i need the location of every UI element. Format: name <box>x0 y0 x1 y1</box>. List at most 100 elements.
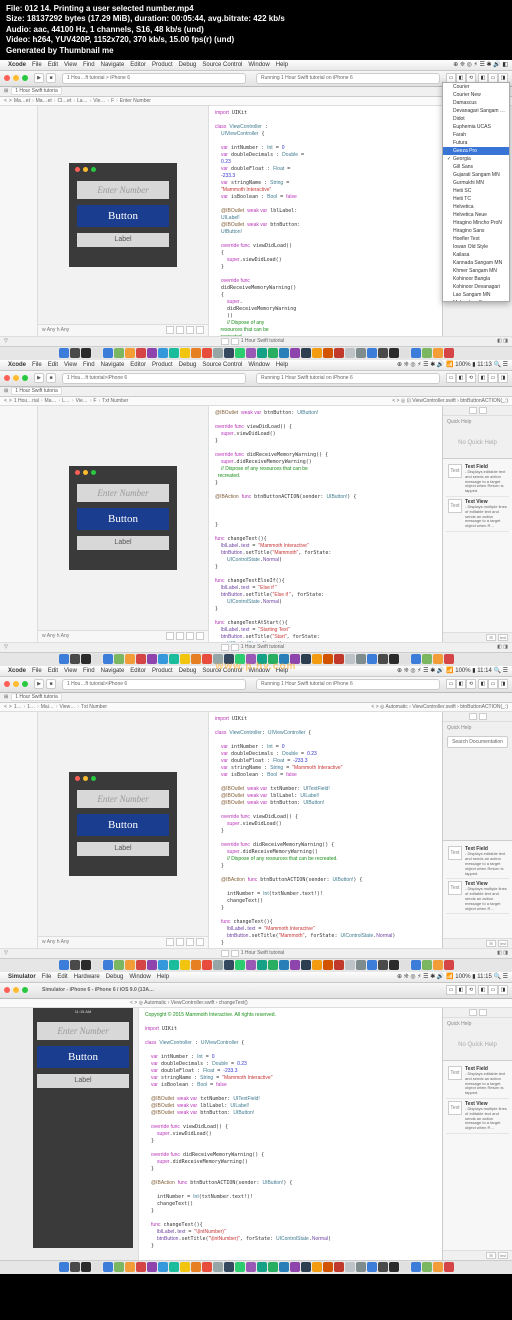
main-button[interactable]: Button <box>37 1046 129 1068</box>
font-option[interactable]: Khmer Sangam MN <box>443 267 509 275</box>
dock-app-icon[interactable] <box>92 348 102 358</box>
dock-app-icon[interactable] <box>334 1262 344 1272</box>
dock-app-icon[interactable] <box>59 960 69 970</box>
dock-app-icon[interactable] <box>433 348 443 358</box>
dock-app-icon[interactable] <box>422 348 432 358</box>
dock-app-icon[interactable] <box>191 654 201 664</box>
dock-app-icon[interactable] <box>70 348 80 358</box>
tab-item[interactable]: 1 Hour Swift tutoria <box>11 87 62 95</box>
left-panel-icon[interactable]: ◧ <box>478 373 488 383</box>
dock-app-icon[interactable] <box>224 1262 234 1272</box>
dock-app-icon[interactable] <box>59 654 69 664</box>
filter-icon[interactable]: ⊞ <box>486 634 496 641</box>
dock-app-icon[interactable] <box>389 348 399 358</box>
dock-app-icon[interactable] <box>334 654 344 664</box>
result-label[interactable]: Label <box>37 1074 129 1088</box>
dock-app-icon[interactable] <box>356 654 366 664</box>
dock-app-icon[interactable] <box>422 1262 432 1272</box>
dock-app-icon[interactable] <box>180 348 190 358</box>
run-button[interactable]: ▶ <box>34 73 44 83</box>
code-editor[interactable]: Copyright © 2015 Mammoth Interactive. Al… <box>138 1008 442 1260</box>
dock-app-icon[interactable] <box>103 1262 113 1272</box>
font-option[interactable]: Didot <box>443 115 509 123</box>
navigator-area[interactable] <box>0 406 38 642</box>
font-option[interactable]: Kailasa <box>443 251 509 259</box>
dock-app-icon[interactable] <box>312 348 322 358</box>
tab-item[interactable]: 1 Hour Swift tutoria <box>11 387 62 395</box>
menu-help[interactable]: Help <box>276 62 288 68</box>
navigator-area[interactable] <box>0 712 38 948</box>
dock-app-icon[interactable] <box>389 654 399 664</box>
dock-app-icon[interactable] <box>213 1262 223 1272</box>
dock-app-icon[interactable] <box>279 960 289 970</box>
dock-app-icon[interactable] <box>400 654 410 664</box>
dock-app-icon[interactable] <box>279 1262 289 1272</box>
run-button[interactable]: ▶ <box>34 373 44 383</box>
dock-app-icon[interactable] <box>378 1262 388 1272</box>
main-button[interactable]: Button <box>77 205 169 227</box>
minimize-icon[interactable] <box>13 987 19 993</box>
dock-app-icon[interactable] <box>169 348 179 358</box>
menubar-extras[interactable]: ⊕ ❊ ◎ ⚡︎ ☰ ✱ 🔊 📶 100% ▮ 11:15 🔍 ☰ <box>397 973 508 980</box>
right-panel-icon[interactable]: ◨ <box>498 373 508 383</box>
enter-number-textfield[interactable]: Enter Number <box>77 790 169 808</box>
enter-number-textfield[interactable]: Enter Number <box>77 484 169 502</box>
dock-app-icon[interactable] <box>169 1262 179 1272</box>
dock-app-icon[interactable] <box>268 654 278 664</box>
dock-app-icon[interactable] <box>301 654 311 664</box>
dock-app-icon[interactable] <box>444 960 454 970</box>
dock-app-icon[interactable] <box>136 960 146 970</box>
enter-number-textfield[interactable]: Enter Number <box>77 181 169 199</box>
macos-dock[interactable] <box>0 1260 512 1274</box>
dock-app-icon[interactable] <box>191 960 201 970</box>
font-option[interactable]: Courier New <box>443 91 509 99</box>
dock-app-icon[interactable] <box>235 654 245 664</box>
resize-icon[interactable] <box>196 326 204 334</box>
dock-app-icon[interactable] <box>70 654 80 664</box>
dock-app-icon[interactable] <box>224 348 234 358</box>
jump-bar-left[interactable]: <> Ma…et› Ma…et› Cl…et› La…› Vie…› F› En… <box>0 97 512 106</box>
dock-app-icon[interactable] <box>411 960 421 970</box>
dock-app-icon[interactable] <box>356 1262 366 1272</box>
device-preview[interactable]: Enter Number Button Label <box>69 163 177 267</box>
dock-app-icon[interactable] <box>114 960 124 970</box>
minimize-icon[interactable] <box>13 75 19 81</box>
size-class[interactable]: w Any h Any <box>42 327 69 333</box>
menubar-extras[interactable]: ⊕ ❊ ◎ ⚡︎ ☰ ✱ 🔊 📶 100% ▮ 11:13 🔍 ☰ <box>397 361 508 368</box>
menu-product[interactable]: Product <box>152 62 173 68</box>
dock-app-icon[interactable] <box>147 348 157 358</box>
dock-app-icon[interactable] <box>158 654 168 664</box>
resolve-icon[interactable] <box>186 326 194 334</box>
dock-app-icon[interactable] <box>378 348 388 358</box>
dock-app-icon[interactable] <box>158 348 168 358</box>
lib-text-field[interactable]: TextText Field - Displays editable text … <box>446 462 509 497</box>
app-name[interactable]: Xcode <box>8 62 26 68</box>
dock-app-icon[interactable] <box>103 960 113 970</box>
font-option[interactable]: Heiti TC <box>443 195 509 203</box>
dock-app-icon[interactable] <box>345 654 355 664</box>
close-icon[interactable] <box>4 375 10 381</box>
dock-app-icon[interactable] <box>290 654 300 664</box>
dock-app-icon[interactable] <box>367 654 377 664</box>
zoom-icon[interactable] <box>22 987 28 993</box>
result-label[interactable]: Label <box>77 233 169 247</box>
dock-app-icon[interactable] <box>158 1262 168 1272</box>
dock-app-icon[interactable] <box>70 1262 80 1272</box>
dock-app-icon[interactable] <box>125 654 135 664</box>
font-option[interactable]: Kohinoor Bangla <box>443 275 509 283</box>
font-option[interactable]: Gurmukhi MN <box>443 179 509 187</box>
simulator-device[interactable]: 11:15 AM Enter Number Button Label <box>33 1008 133 1248</box>
dock-app-icon[interactable] <box>180 960 190 970</box>
result-label[interactable]: Label <box>77 842 169 856</box>
menu-edit[interactable]: Edit <box>48 62 58 68</box>
debug-icon[interactable] <box>231 338 239 345</box>
dock-app-icon[interactable] <box>356 960 366 970</box>
code-editor[interactable]: import UIKit class ViewController : UIVi… <box>208 106 442 336</box>
dock-app-icon[interactable] <box>389 960 399 970</box>
utilities-panel[interactable]: Quick Help No Quick Help TextText Field … <box>442 1008 512 1260</box>
dock-app-icon[interactable] <box>213 348 223 358</box>
dock-app-icon[interactable] <box>224 654 234 664</box>
dock-app-icon[interactable] <box>400 960 410 970</box>
font-option[interactable]: Lao Sangam MN <box>443 291 509 299</box>
dock-app-icon[interactable] <box>235 960 245 970</box>
